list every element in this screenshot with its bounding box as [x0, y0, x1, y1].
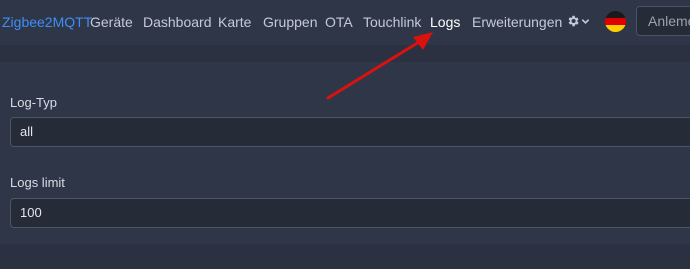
nav-link-erweiterungen[interactable]: Erweiterungen	[472, 13, 562, 31]
nav-link-karte[interactable]: Karte	[218, 13, 251, 31]
german-flag-icon[interactable]	[605, 11, 626, 32]
gear-icon	[568, 15, 579, 27]
nav-link-dashboard[interactable]: Dashboard	[143, 13, 212, 31]
arrow-annotation	[326, 32, 433, 100]
search-input[interactable]	[636, 6, 690, 36]
nav-link-gruppen[interactable]: Gruppen	[263, 13, 317, 31]
nav-link-geraete[interactable]: Geräte	[90, 13, 133, 31]
brand-link[interactable]: Zigbee2MQTT	[2, 13, 92, 31]
logs-limit-label: Logs limit	[10, 175, 65, 190]
logs-limit-input[interactable]: 100	[10, 198, 690, 228]
log-type-select[interactable]: all	[10, 117, 690, 147]
log-type-label: Log-Typ	[10, 95, 57, 110]
settings-dropdown[interactable]	[566, 12, 590, 30]
chevron-down-icon	[581, 18, 590, 24]
